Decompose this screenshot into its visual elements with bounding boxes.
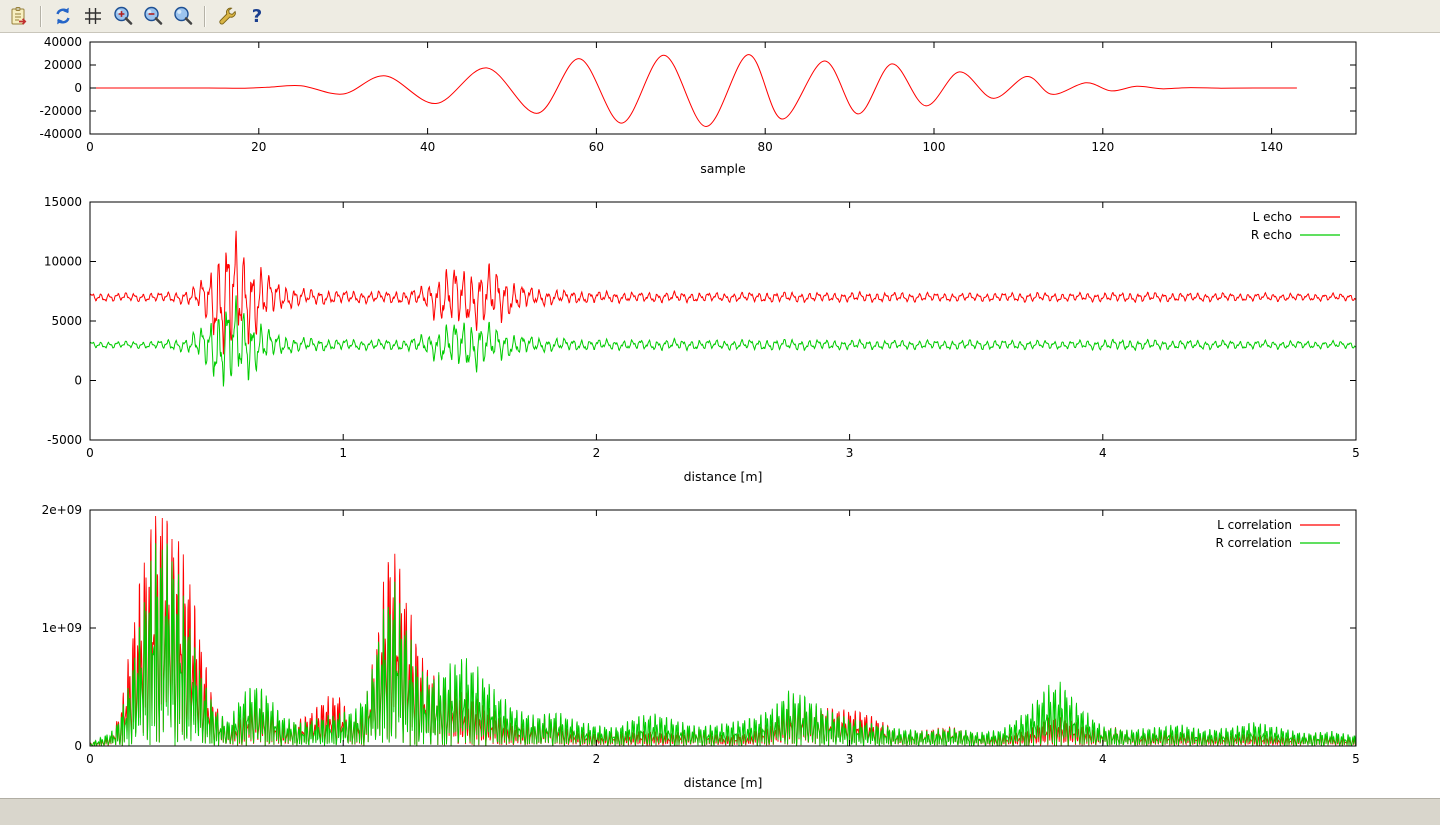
svg-text:0: 0 xyxy=(86,752,94,766)
svg-text:1: 1 xyxy=(339,752,347,766)
svg-text:0: 0 xyxy=(74,81,82,95)
toolbar: ? xyxy=(0,0,1440,33)
legend-label: R correlation xyxy=(1215,536,1292,550)
svg-text:100: 100 xyxy=(923,140,946,154)
svg-text:120: 120 xyxy=(1091,140,1114,154)
svg-text:15000: 15000 xyxy=(44,195,82,209)
svg-text:2e+09: 2e+09 xyxy=(42,503,82,517)
svg-text:80: 80 xyxy=(758,140,773,154)
svg-text:5: 5 xyxy=(1352,752,1360,766)
legend-label: R echo xyxy=(1251,228,1292,242)
svg-text:-5000: -5000 xyxy=(47,433,82,447)
zoom-in-icon xyxy=(112,5,134,27)
zoom-out-icon xyxy=(142,5,164,27)
replot-button[interactable] xyxy=(49,3,76,30)
svg-text:0: 0 xyxy=(86,446,94,460)
toolbar-separator xyxy=(204,6,205,27)
plot-canvas: 020406080100120140-40000-200000200004000… xyxy=(0,33,1440,798)
zoom-out-button[interactable] xyxy=(139,3,166,30)
svg-text:4: 4 xyxy=(1099,446,1107,460)
svg-text:140: 140 xyxy=(1260,140,1283,154)
grid-icon xyxy=(82,5,104,27)
svg-text:0: 0 xyxy=(74,374,82,388)
svg-text:20000: 20000 xyxy=(44,58,82,72)
x-axis-label-correlation: distance [m] xyxy=(684,775,763,790)
svg-text:5: 5 xyxy=(1352,446,1360,460)
svg-text:10000: 10000 xyxy=(44,255,82,269)
plots-svg: 020406080100120140-40000-200000200004000… xyxy=(0,33,1440,798)
zoom-reset-button[interactable] xyxy=(169,3,196,30)
export-icon xyxy=(8,5,30,27)
svg-text:2: 2 xyxy=(593,446,601,460)
chart-correlation: 0 1 2 3 4 5 0 1e+09 2e+09 distance [m] L correlati… xyxy=(42,503,1360,790)
plot-area-waveform[interactable] xyxy=(90,42,1356,134)
grid-button[interactable] xyxy=(79,3,106,30)
legend-label: L correlation xyxy=(1217,518,1292,532)
svg-text:1e+09: 1e+09 xyxy=(42,621,82,635)
svg-text:-40000: -40000 xyxy=(39,127,82,141)
svg-text:20: 20 xyxy=(251,140,266,154)
svg-text:?: ? xyxy=(251,6,261,27)
svg-text:40: 40 xyxy=(420,140,435,154)
chart-echo: 0 1 2 3 4 5 -5000 0 5000 10000 15000 distance [m] L … xyxy=(44,195,1360,484)
x-axis-label-waveform: sample xyxy=(700,161,746,176)
svg-text:4: 4 xyxy=(1099,752,1107,766)
svg-text:60: 60 xyxy=(589,140,604,154)
svg-text:40000: 40000 xyxy=(44,35,82,49)
svg-text:0: 0 xyxy=(86,140,94,154)
chart-waveform: 0 20 40 60 80 100 120 140 -40000 -20000 0 20000 4000… xyxy=(39,35,1356,176)
svg-text:5000: 5000 xyxy=(51,314,82,328)
zoom-in-button[interactable] xyxy=(109,3,136,30)
svg-text:0: 0 xyxy=(74,739,82,753)
export-button[interactable] xyxy=(5,3,32,30)
settings-button[interactable] xyxy=(213,3,240,30)
zoom-reset-icon xyxy=(172,5,194,27)
legend-label: L echo xyxy=(1253,210,1292,224)
help-button[interactable]: ? xyxy=(243,3,270,30)
help-icon: ? xyxy=(246,5,268,27)
plot-area-echo[interactable] xyxy=(90,202,1356,440)
status-bar xyxy=(0,798,1440,825)
settings-icon xyxy=(216,5,238,27)
svg-text:2: 2 xyxy=(593,752,601,766)
x-axis-label-echo: distance [m] xyxy=(684,469,763,484)
replot-icon xyxy=(52,5,74,27)
svg-text:3: 3 xyxy=(846,446,854,460)
svg-text:3: 3 xyxy=(846,752,854,766)
plot-area-correlation[interactable] xyxy=(90,510,1356,746)
svg-text:1: 1 xyxy=(339,446,347,460)
toolbar-separator xyxy=(40,6,41,27)
svg-text:-20000: -20000 xyxy=(39,104,82,118)
